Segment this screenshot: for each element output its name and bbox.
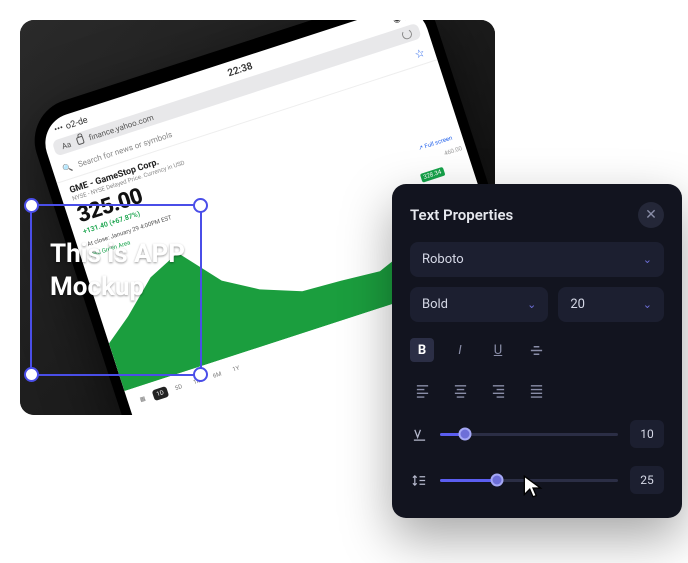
timeframe-6m: 6M bbox=[208, 367, 227, 383]
text-align-row bbox=[410, 378, 664, 402]
timeframe-1d: 1D bbox=[151, 386, 169, 401]
align-right-icon bbox=[491, 383, 506, 398]
align-justify-icon bbox=[529, 383, 544, 398]
carrier-label: o2-de bbox=[64, 115, 89, 131]
text-selection-box[interactable]: This is APP Mockup bbox=[30, 204, 202, 376]
battery-icon: ▮ bbox=[402, 20, 410, 22]
strikethrough-icon bbox=[529, 343, 544, 358]
resize-handle-bl[interactable] bbox=[24, 367, 39, 382]
align-center-icon bbox=[453, 383, 468, 398]
panel-title: Text Properties bbox=[410, 206, 513, 224]
font-size-select[interactable]: 20 ⌄ bbox=[558, 287, 664, 322]
refresh-icon bbox=[401, 28, 414, 41]
line-height-row: 25 bbox=[410, 466, 664, 494]
star-icon: ☆ bbox=[413, 46, 426, 61]
bold-button[interactable]: B bbox=[410, 338, 434, 362]
letter-spacing-slider[interactable] bbox=[440, 433, 618, 436]
letter-spacing-row: 10 bbox=[410, 420, 664, 448]
close-button[interactable]: ✕ bbox=[638, 202, 664, 228]
lock-icon bbox=[75, 136, 84, 146]
text-style-row: B I U bbox=[410, 338, 664, 362]
align-left-button[interactable] bbox=[410, 378, 434, 402]
align-left-icon bbox=[415, 383, 430, 398]
timeframe-1y: 1Y bbox=[227, 361, 245, 376]
letter-spacing-value[interactable]: 10 bbox=[630, 420, 664, 448]
align-right-button[interactable] bbox=[486, 378, 510, 402]
resize-handle-tr[interactable] bbox=[193, 198, 208, 213]
resize-handle-tl[interactable] bbox=[24, 198, 39, 213]
close-icon: ✕ bbox=[645, 207, 657, 223]
letter-spacing-icon bbox=[410, 427, 428, 442]
timeframe-5d: 5D bbox=[170, 380, 188, 395]
font-weight-select[interactable]: Bold ⌄ bbox=[410, 287, 548, 322]
chevron-down-icon: ⌄ bbox=[643, 253, 652, 266]
font-family-select[interactable]: Roboto ⌄ bbox=[410, 242, 664, 277]
overlay-text[interactable]: This is APP Mockup bbox=[50, 238, 200, 303]
align-center-button[interactable] bbox=[448, 378, 472, 402]
chevron-down-icon: ⌄ bbox=[527, 298, 536, 311]
signal-icon: ••• bbox=[53, 123, 65, 135]
text-properties-panel: Text Properties ✕ Roboto ⌄ Bold ⌄ 20 ⌄ B… bbox=[392, 184, 682, 518]
slider-thumb[interactable] bbox=[490, 474, 503, 487]
line-height-slider[interactable] bbox=[440, 479, 618, 482]
font-size-value: 20 bbox=[570, 297, 585, 312]
chevron-down-icon: ⌄ bbox=[643, 298, 652, 311]
line-height-value[interactable]: 25 bbox=[630, 466, 664, 494]
font-family-value: Roboto bbox=[422, 252, 464, 267]
slider-thumb[interactable] bbox=[458, 428, 471, 441]
wifi-icon: ◉ bbox=[392, 20, 403, 25]
strikethrough-button[interactable] bbox=[524, 338, 548, 362]
font-weight-value: Bold bbox=[422, 297, 448, 312]
line-height-icon bbox=[410, 473, 428, 488]
chart-type-icon: ▦ bbox=[135, 392, 151, 407]
italic-button[interactable]: I bbox=[448, 338, 472, 362]
resize-handle-br[interactable] bbox=[193, 367, 208, 382]
align-justify-button[interactable] bbox=[524, 378, 548, 402]
search-icon: 🔍 bbox=[62, 162, 74, 174]
underline-button[interactable]: U bbox=[486, 338, 510, 362]
